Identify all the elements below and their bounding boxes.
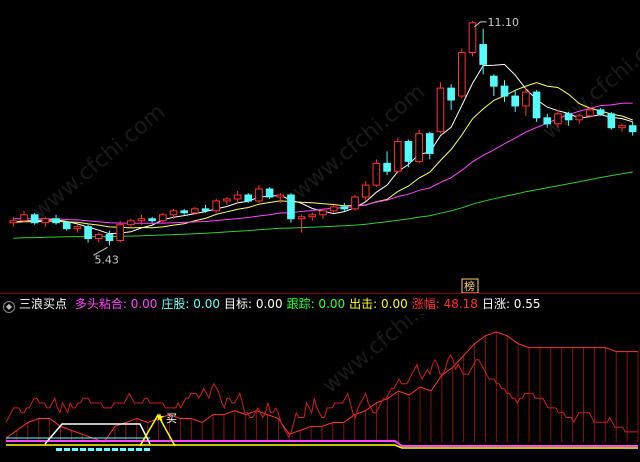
dealer-bar: [112, 448, 118, 451]
dealer-bar: [128, 448, 134, 451]
candle: [265, 187, 274, 199]
rise-line: [5, 331, 638, 443]
indicator-header: ◆ 三浪买点 多头粘合: 0.00 庄股: 0.00 目标: 0.00 跟踪: 0.00…: [0, 294, 640, 314]
candle: [479, 28, 487, 75]
dealer-bar: [56, 448, 62, 451]
candle: [329, 204, 338, 213]
candle: [490, 74, 498, 97]
high-price-label: 11.10: [487, 16, 519, 29]
candle: [223, 196, 231, 205]
candle: [319, 208, 327, 219]
candle: [415, 129, 423, 164]
candlestick-series: [9, 20, 637, 246]
candle: [30, 212, 39, 225]
candle: [244, 193, 253, 203]
candle: [532, 90, 541, 122]
candle: [20, 210, 28, 223]
candle: [618, 123, 626, 132]
indicator-value-4: 出击: 0.00: [349, 297, 408, 311]
dealer-bar: [96, 448, 102, 451]
candle: [233, 191, 242, 203]
candle: [62, 220, 71, 231]
candle: [297, 214, 306, 233]
candle: [255, 185, 263, 203]
candle: [308, 212, 317, 221]
candle: [73, 224, 82, 233]
indicator-chart[interactable]: ★ 买 www.cfchi.com: [0, 314, 640, 462]
indicator-value-6: 日涨: 0.55: [481, 297, 541, 311]
candle: [340, 202, 349, 211]
price-annotations: 11.10 5.43 榜: [93, 16, 519, 293]
candle: [126, 218, 135, 227]
indicator-value-0: 多头粘合: 0.00: [74, 297, 158, 311]
collapse-toggle-icon[interactable]: ◆: [3, 301, 15, 313]
candle: [628, 121, 637, 136]
candle: [447, 84, 455, 110]
candle: [607, 111, 616, 130]
marker-label: 榜: [464, 279, 475, 293]
candle: [351, 195, 359, 211]
dealer-bar: [88, 448, 94, 451]
candle: [372, 159, 381, 188]
candle: [84, 224, 92, 243]
candle: [500, 80, 509, 102]
candle: [287, 193, 295, 223]
dealer-bar: [136, 448, 142, 451]
dealer-bar: [72, 448, 78, 451]
indicator-series: ★ 买 www.cfchi.com: [5, 314, 639, 451]
indicator-values: 多头粘合: 0.00 庄股: 0.00 目标: 0.00 跟踪: 0.00 出击: 0.…: [75, 297, 545, 311]
candle: [9, 216, 18, 227]
candle: [458, 48, 466, 99]
candle: [361, 181, 370, 201]
indicator-name[interactable]: 三浪买点: [19, 297, 67, 311]
candle: [522, 88, 530, 116]
candle: [436, 82, 445, 134]
dealer-bar: [104, 448, 110, 451]
candle: [116, 220, 124, 243]
candle: [148, 216, 156, 223]
watermark-indicator: www.cfchi.com: [318, 314, 460, 399]
candle: [511, 90, 520, 112]
indicator-value-1: 庄股: 0.00: [161, 297, 220, 311]
indicator-value-5: 涨幅: 48.18: [411, 297, 478, 311]
candle: [159, 212, 167, 223]
candle: [425, 131, 434, 160]
indicator-value-2: 目标: 0.00: [224, 297, 283, 311]
dealer-bar: [80, 448, 86, 451]
candle: [404, 139, 413, 168]
candle: [94, 232, 103, 243]
candle: [586, 107, 594, 118]
buy-label: 买: [166, 412, 177, 425]
candle: [180, 208, 188, 215]
candle: [41, 216, 50, 227]
candle: [383, 151, 391, 176]
dealer-bar: [120, 448, 126, 451]
candle: [212, 198, 221, 213]
buy-star-icon: ★: [155, 411, 165, 424]
candle: [393, 137, 402, 174]
dealer-bar: [144, 448, 150, 451]
dealer-bar: [64, 448, 70, 451]
watermark-0: www.cfchi.com: [28, 99, 170, 224]
indicator-value-3: 跟踪: 0.00: [286, 297, 346, 311]
low-price-label: 5.43: [94, 253, 119, 266]
price-chart[interactable]: www.cfchi.com www.cfchi.com www.cfchi.com …: [0, 0, 640, 293]
